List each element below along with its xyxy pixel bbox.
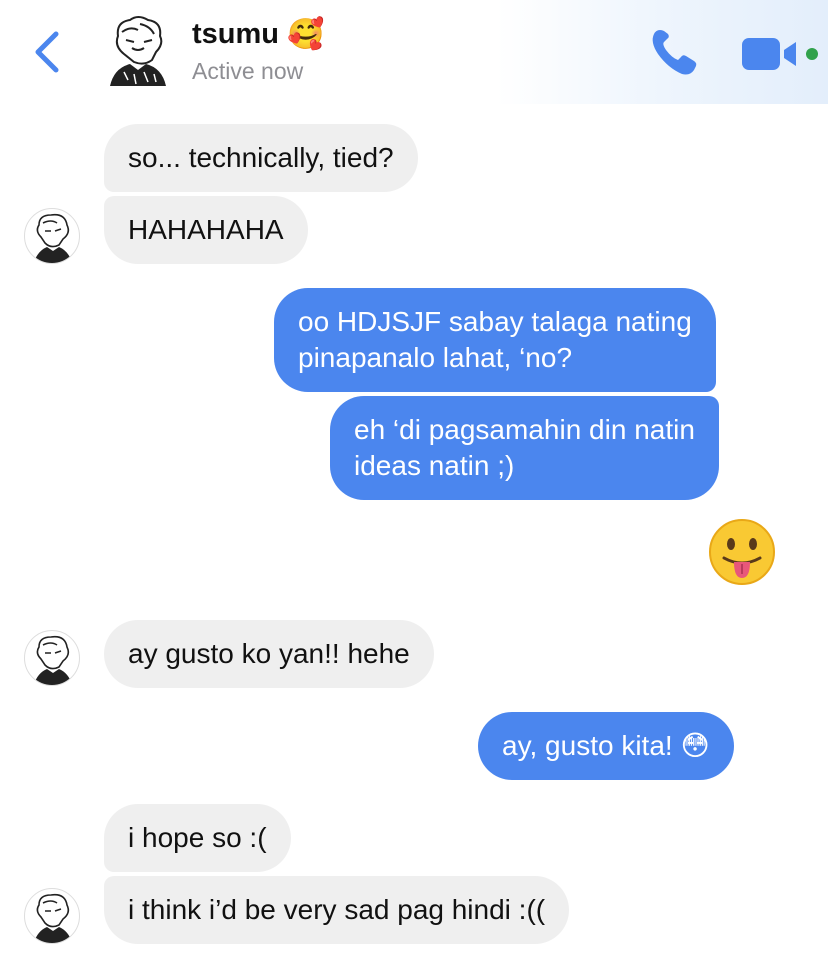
contact-avatar-small[interactable] bbox=[24, 630, 80, 686]
incoming-message[interactable]: ay gusto ko yan!! hehe bbox=[104, 620, 434, 688]
phone-icon bbox=[652, 30, 697, 75]
message-text-line: eh ‘di pagsamahin din natin bbox=[354, 414, 695, 445]
contact-name-text: tsumu bbox=[192, 18, 279, 50]
contact-avatar-small[interactable] bbox=[24, 208, 80, 264]
contact-avatar[interactable] bbox=[104, 14, 172, 86]
message-text: so... technically, tied? bbox=[128, 142, 394, 173]
message-text-line: pinapanalo lahat, ‘no? bbox=[298, 342, 573, 373]
contact-name[interactable]: tsumu 🥰 bbox=[192, 18, 324, 51]
back-button[interactable] bbox=[26, 28, 70, 76]
active-status: Active now bbox=[192, 58, 304, 84]
smiling-hearts-emoji: 🥰 bbox=[287, 17, 325, 51]
message-text: ay gusto ko yan!! hehe bbox=[128, 638, 410, 669]
contact-avatar-small[interactable] bbox=[24, 888, 80, 944]
video-camera-icon bbox=[742, 38, 818, 70]
incoming-message[interactable]: i think i’d be very sad pag hindi :(( bbox=[104, 876, 570, 944]
online-indicator-icon bbox=[806, 48, 818, 60]
outgoing-message[interactable]: oo HDJSJF sabay talaga nating pinapanalo… bbox=[274, 288, 716, 392]
tongue-out-emoji-message[interactable] bbox=[708, 518, 776, 586]
incoming-message[interactable]: so... technically, tied? bbox=[104, 124, 418, 192]
audio-call-button[interactable] bbox=[648, 26, 700, 78]
flushed-face-emoji: 😳 bbox=[680, 730, 710, 761]
message-text-line: oo HDJSJF sabay talaga nating bbox=[298, 306, 692, 337]
message-text: i hope so :( bbox=[128, 822, 267, 853]
incoming-message[interactable]: i hope so :( bbox=[104, 804, 291, 872]
message-text-line: ideas natin ;) bbox=[354, 450, 515, 481]
chevron-left-icon bbox=[35, 31, 59, 73]
outgoing-message[interactable]: eh ‘di pagsamahin din natin ideas natin … bbox=[330, 396, 719, 500]
message-text: ay, gusto kita! bbox=[502, 730, 673, 761]
chat-header: tsumu 🥰 Active now bbox=[0, 0, 828, 104]
incoming-message[interactable]: HAHAHAHA bbox=[104, 196, 308, 264]
outgoing-message[interactable]: ay, gusto kita! 😳 bbox=[478, 712, 734, 780]
message-text: HAHAHAHA bbox=[128, 214, 284, 245]
message-text: i think i’d be very sad pag hindi :(( bbox=[128, 894, 546, 925]
video-call-button[interactable] bbox=[740, 34, 822, 74]
